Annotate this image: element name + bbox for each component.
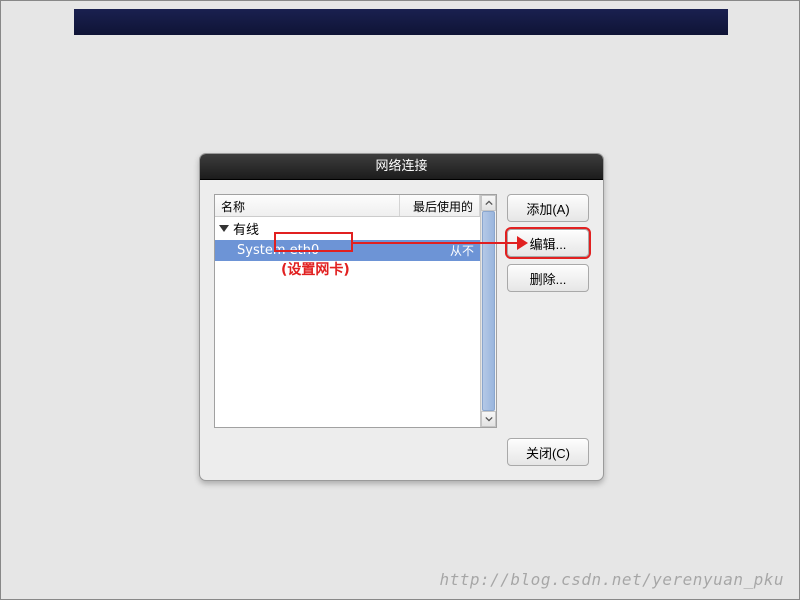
column-last-used[interactable]: 最后使用的 — [400, 195, 480, 216]
close-button[interactable]: 关闭(C) — [507, 438, 589, 466]
annotation-arrow-head-icon — [517, 236, 528, 250]
dialog-title: 网络连接 — [200, 154, 603, 180]
expand-triangle-icon — [219, 225, 229, 232]
list-main: 名称 最后使用的 有线 System eth0 从不 — [215, 195, 480, 427]
add-button[interactable]: 添加(A) — [507, 194, 589, 222]
annotation-label-setup-nic: (设置网卡) — [281, 259, 350, 279]
footer-row: 关闭(C) — [214, 438, 589, 466]
scroll-up-button[interactable] — [481, 195, 496, 211]
connection-list: 名称 最后使用的 有线 System eth0 从不 — [214, 194, 497, 428]
scroll-thumb[interactable] — [482, 211, 495, 411]
button-column: 添加(A) 编辑... 删除... — [507, 194, 589, 428]
annotation-arrow-line — [351, 242, 519, 244]
list-header: 名称 最后使用的 — [215, 195, 480, 217]
content-row: 名称 最后使用的 有线 System eth0 从不 — [214, 194, 589, 428]
annotation-item-highlight — [274, 232, 353, 252]
network-connections-dialog: 网络连接 名称 最后使用的 有线 System eth0 从不 — [199, 153, 604, 481]
scroll-track[interactable] — [481, 211, 496, 411]
installer-top-bar — [74, 9, 728, 35]
scroll-down-button[interactable] — [481, 411, 496, 427]
list-scrollbar[interactable] — [480, 195, 496, 427]
item-last-used: 从不 — [400, 242, 480, 259]
group-label: 有线 — [233, 219, 259, 238]
chevron-up-icon — [485, 199, 493, 207]
chevron-down-icon — [485, 415, 493, 423]
dialog-body: 名称 最后使用的 有线 System eth0 从不 — [200, 180, 603, 480]
watermark: http://blog.csdn.net/yerenyuan_pku — [439, 570, 784, 589]
column-name[interactable]: 名称 — [215, 195, 400, 216]
delete-button[interactable]: 删除... — [507, 264, 589, 292]
